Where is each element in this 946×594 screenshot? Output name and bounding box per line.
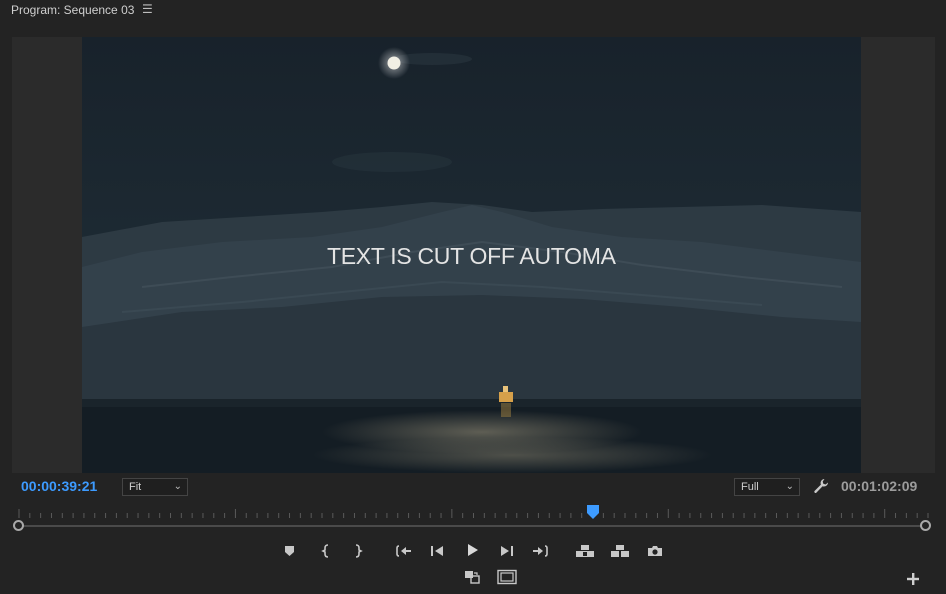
add-marker-icon[interactable]	[281, 543, 299, 559]
comparison-view-icon[interactable]	[463, 569, 481, 585]
chevron-down-icon: ⌄	[785, 481, 794, 492]
lift-icon[interactable]	[575, 543, 594, 559]
playhead[interactable]	[587, 505, 600, 519]
add-button-icon[interactable]	[905, 571, 923, 587]
mark-out-icon[interactable]	[349, 543, 367, 559]
moon	[387, 56, 401, 70]
boat	[499, 392, 513, 402]
wrench-icon[interactable]	[812, 477, 830, 495]
chevron-down-icon: ⌄	[173, 481, 182, 492]
safe-margins-icon[interactable]	[497, 569, 517, 585]
zoom-handle-left[interactable]	[13, 520, 24, 531]
overlay-title-text: TEXT IS CUT OFF AUTOMA	[327, 243, 616, 269]
panel-header: Program: Sequence 03 ☰	[0, 0, 946, 22]
play-icon[interactable]	[463, 542, 481, 558]
zoom-level-select[interactable]: Fit ⌄	[122, 478, 188, 496]
current-timecode[interactable]: 00:00:39:21	[21, 478, 97, 494]
playback-resolution-value: Full	[741, 481, 759, 493]
playback-resolution-select[interactable]: Full ⌄	[734, 478, 800, 496]
zoom-handle-right[interactable]	[920, 520, 931, 531]
go-to-out-icon[interactable]	[532, 543, 550, 559]
time-ruler[interactable]	[12, 503, 935, 521]
extract-icon[interactable]	[610, 543, 629, 559]
export-frame-icon[interactable]	[646, 543, 664, 559]
duration-timecode: 00:01:02:09	[841, 478, 918, 494]
step-back-icon[interactable]	[428, 543, 446, 559]
zoom-level-value: Fit	[129, 481, 142, 493]
mark-in-icon[interactable]	[317, 543, 335, 559]
zoom-scroll-track[interactable]	[19, 525, 928, 527]
zoom-scroll-bar[interactable]	[12, 520, 935, 532]
panel-title: Program: Sequence 03	[11, 3, 135, 17]
step-forward-icon[interactable]	[498, 543, 516, 559]
video-frame: TEXT IS CUT OFF AUTOMA	[82, 37, 861, 473]
hamburger-icon[interactable]: ☰	[142, 2, 153, 16]
go-to-in-icon[interactable]	[394, 543, 412, 559]
